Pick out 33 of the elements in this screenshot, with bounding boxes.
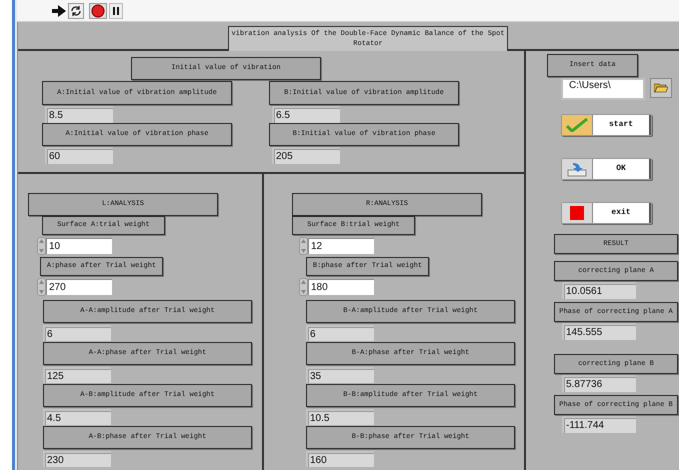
value-display: 160 — [306, 451, 374, 467]
run-continuously-icon[interactable] — [68, 2, 84, 18]
numeric-input[interactable]: 12 — [308, 238, 374, 254]
value-display: 125 — [43, 367, 111, 383]
abort-icon[interactable] — [89, 2, 107, 18]
value-display: 5.87736 — [562, 375, 636, 392]
value-display: 4.5 — [43, 409, 111, 425]
value-display: 8.5 — [45, 106, 113, 123]
value-display: 230 — [43, 451, 111, 467]
file-path-field[interactable]: C:\Users\ — [561, 78, 645, 100]
checkmark-icon — [566, 118, 588, 132]
value-display: 10.0561 — [562, 282, 636, 299]
value-display: 205 — [272, 147, 340, 164]
value-display: 6.5 — [272, 106, 340, 123]
folder-icon — [654, 83, 668, 93]
value-display: 35 — [306, 367, 374, 383]
value-display: 145.555 — [562, 323, 636, 340]
tray-arrow-icon — [567, 161, 587, 177]
value-display: 6 — [43, 325, 111, 341]
stop-square-icon — [570, 206, 584, 220]
value-display: 10.5 — [306, 409, 374, 425]
numeric-input[interactable]: 10 — [46, 238, 112, 254]
numeric-input[interactable]: 270 — [46, 279, 112, 295]
exit-button[interactable]: exit — [561, 202, 652, 224]
ok-button[interactable]: OK — [561, 158, 652, 180]
value-display: -111.744 — [562, 416, 636, 433]
browse-folder-button[interactable] — [650, 78, 672, 98]
numeric-input[interactable]: 180 — [308, 279, 374, 295]
value-display: 6 — [306, 325, 374, 341]
start-button[interactable]: start — [561, 114, 652, 136]
value-display: 60 — [45, 147, 113, 164]
run-arrow-icon[interactable] — [52, 4, 66, 16]
pause-icon[interactable] — [109, 2, 123, 18]
